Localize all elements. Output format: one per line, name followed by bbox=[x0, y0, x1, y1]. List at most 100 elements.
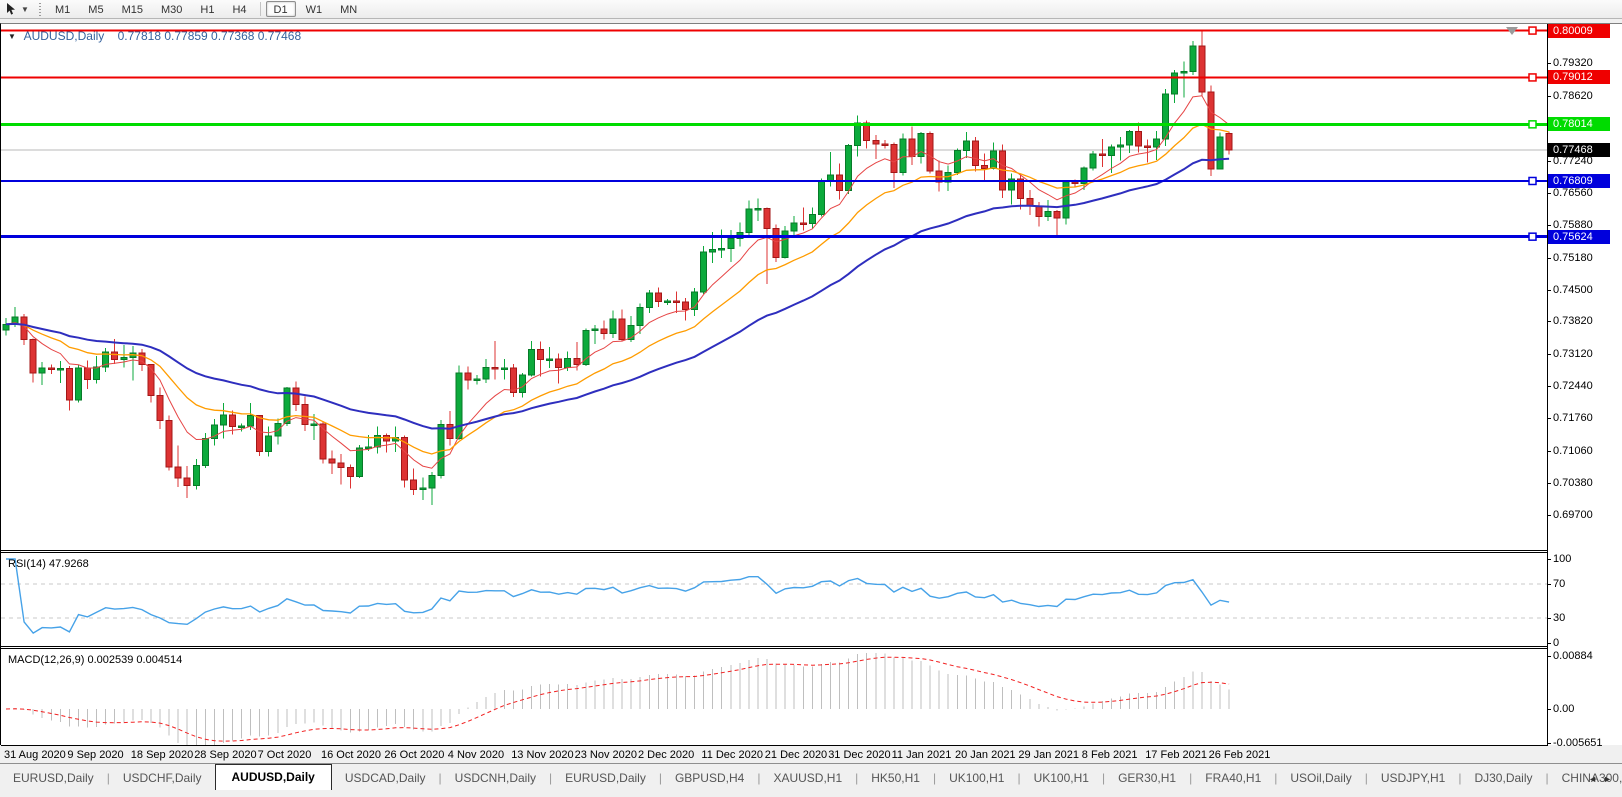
bull-candle bbox=[854, 122, 862, 147]
date-label: 7 Oct 2020 bbox=[257, 749, 312, 761]
tab-scroll-arrows[interactable]: ◄► bbox=[1588, 774, 1618, 784]
bear-candle bbox=[337, 462, 345, 469]
chart-tab-dj30-daily[interactable]: DJ30,Daily bbox=[1461, 767, 1545, 790]
bear-candle bbox=[165, 420, 173, 468]
bull-candle bbox=[1116, 144, 1124, 148]
bear-candle bbox=[346, 467, 354, 478]
bull-candle bbox=[265, 435, 273, 453]
bull-candle bbox=[518, 374, 526, 393]
chart-tab-gbpusd-h4[interactable]: GBPUSD,H4 bbox=[662, 767, 757, 790]
bull-candle bbox=[826, 174, 834, 181]
bear-candle bbox=[156, 394, 164, 422]
bear-candle bbox=[84, 367, 92, 381]
date-label: 31 Aug 2020 bbox=[4, 749, 66, 761]
chart-tab-usdcnh-daily[interactable]: USDCNH,Daily bbox=[442, 767, 549, 790]
macd-axis-label: 0.00884 bbox=[1553, 649, 1593, 662]
timeframe-button-h4[interactable]: H4 bbox=[224, 1, 254, 17]
time-axis[interactable]: 31 Aug 2020 9 Sep 2020 18 Sep 2020 28 Sep 2… bbox=[1, 747, 1547, 763]
timeframe-button-mn[interactable]: MN bbox=[332, 1, 365, 17]
chart-tab-hk50-h1[interactable]: HK50,H1 bbox=[858, 767, 933, 790]
bear-candle bbox=[29, 338, 37, 374]
bull-candle bbox=[419, 487, 427, 490]
cursor-arrow-icon[interactable] bbox=[3, 2, 19, 17]
line-handle[interactable] bbox=[1528, 232, 1537, 241]
timeframe-button-d1[interactable]: D1 bbox=[265, 1, 296, 17]
ma-fast-line bbox=[5, 95, 1230, 469]
bull-candle bbox=[718, 248, 726, 251]
bull-candle bbox=[1089, 153, 1097, 169]
date-label: 26 Feb 2021 bbox=[1208, 749, 1271, 761]
bull-candle bbox=[238, 425, 246, 428]
chart-tab-bar: EURUSD,Daily | USDCHF,Daily AUDUSD,Daily USD… bbox=[0, 763, 1622, 790]
line-handle[interactable] bbox=[1528, 120, 1537, 129]
bull-candle bbox=[899, 138, 907, 173]
chart-tab-xauusd-h1[interactable]: XAUUSD,H1 bbox=[760, 767, 855, 790]
axis-tick bbox=[1547, 709, 1551, 710]
price-chart-canvas[interactable] bbox=[1, 24, 1547, 550]
tab-scroll-left-icon[interactable]: ◄ bbox=[1588, 774, 1603, 784]
bull-candle bbox=[564, 358, 572, 369]
chart-tab-fra40-h1[interactable]: FRA40,H1 bbox=[1192, 767, 1274, 790]
bull-candle bbox=[455, 372, 463, 439]
chevron-down-icon[interactable]: ▼ bbox=[19, 5, 31, 14]
bear-candle bbox=[111, 351, 119, 361]
timeframe-button-m5[interactable]: M5 bbox=[80, 1, 111, 17]
panel-separator[interactable] bbox=[1, 646, 1547, 647]
chart-tab-usoil-daily[interactable]: USOil,Daily bbox=[1277, 767, 1364, 790]
line-handle[interactable] bbox=[1528, 26, 1537, 35]
price-axis-label: 0.69700 bbox=[1553, 509, 1593, 522]
timeframe-button-m15[interactable]: M15 bbox=[114, 1, 151, 17]
candles bbox=[2, 30, 1233, 506]
bull-candle bbox=[38, 367, 46, 374]
macd-indicator-label: MACD(12,26,9) 0.002539 0.004514 bbox=[8, 654, 183, 666]
panel-separator bbox=[1, 745, 1547, 746]
bull-candle bbox=[745, 208, 753, 234]
bull-candle bbox=[120, 357, 128, 361]
rsi-panel-canvas[interactable] bbox=[1, 553, 1547, 646]
chart-tab-usdjpy-h1[interactable]: USDJPY,H1 bbox=[1368, 767, 1458, 790]
bull-candle bbox=[192, 464, 200, 486]
tab-scroll-right-icon[interactable]: ► bbox=[1603, 774, 1618, 784]
chart-tab-usdcad-daily[interactable]: USDCAD,Daily bbox=[332, 767, 439, 790]
bull-candle bbox=[310, 423, 318, 426]
macd-panel-canvas[interactable] bbox=[1, 649, 1547, 745]
timeframe-button-m30[interactable]: M30 bbox=[153, 1, 190, 17]
axis-tick bbox=[1547, 617, 1551, 619]
axis-tick bbox=[1547, 289, 1551, 291]
bull-candle bbox=[1216, 136, 1224, 170]
bear-candle bbox=[672, 300, 680, 303]
timeframe-button-m1[interactable]: M1 bbox=[47, 1, 78, 17]
bear-candle bbox=[1225, 133, 1233, 151]
chart-tab-usdchf-daily[interactable]: USDCHF,Daily bbox=[110, 767, 215, 790]
bear-candle bbox=[908, 138, 916, 157]
bear-candle bbox=[926, 132, 934, 172]
bear-candle bbox=[509, 367, 517, 393]
bear-candle bbox=[1035, 205, 1043, 218]
timeframe-button-w1[interactable]: W1 bbox=[298, 1, 331, 17]
bear-candle bbox=[654, 292, 662, 303]
date-label: 18 Sep 2020 bbox=[130, 749, 194, 761]
bear-candle bbox=[1135, 131, 1142, 147]
line-handle[interactable] bbox=[1528, 73, 1537, 82]
bear-candle bbox=[65, 367, 73, 401]
toolbar-grip[interactable] bbox=[37, 2, 42, 16]
date-label: 8 Feb 2021 bbox=[1081, 749, 1138, 761]
chart-tab-uk100-h1[interactable]: UK100,H1 bbox=[1021, 767, 1102, 790]
chart-tab-uk100-h1[interactable]: UK100,H1 bbox=[936, 767, 1017, 790]
chart-tab-ger30-h1[interactable]: GER30,H1 bbox=[1105, 767, 1189, 790]
panel-separator[interactable] bbox=[1, 550, 1547, 551]
chart-tab-eurusd-daily[interactable]: EURUSD,Daily bbox=[552, 767, 659, 790]
axis-tick bbox=[1547, 192, 1551, 194]
price-badge: 0.79012 bbox=[1548, 70, 1610, 85]
rsi-axis-label: 0 bbox=[1553, 637, 1560, 649]
bear-candle bbox=[799, 222, 807, 225]
line-handle[interactable] bbox=[1528, 176, 1537, 186]
chart-tab-eurusd-daily[interactable]: EURUSD,Daily bbox=[0, 767, 107, 790]
axis-tick bbox=[1547, 643, 1551, 644]
collapse-triangle-icon[interactable]: ▼ bbox=[8, 32, 16, 41]
rsi-axis-label: 100 bbox=[1553, 553, 1572, 565]
price-axis-label: 0.71760 bbox=[1553, 412, 1593, 425]
bear-candle bbox=[872, 140, 880, 145]
chart-tab-audusd-daily[interactable]: AUDUSD,Daily bbox=[214, 764, 332, 790]
timeframe-button-h1[interactable]: H1 bbox=[192, 1, 222, 17]
